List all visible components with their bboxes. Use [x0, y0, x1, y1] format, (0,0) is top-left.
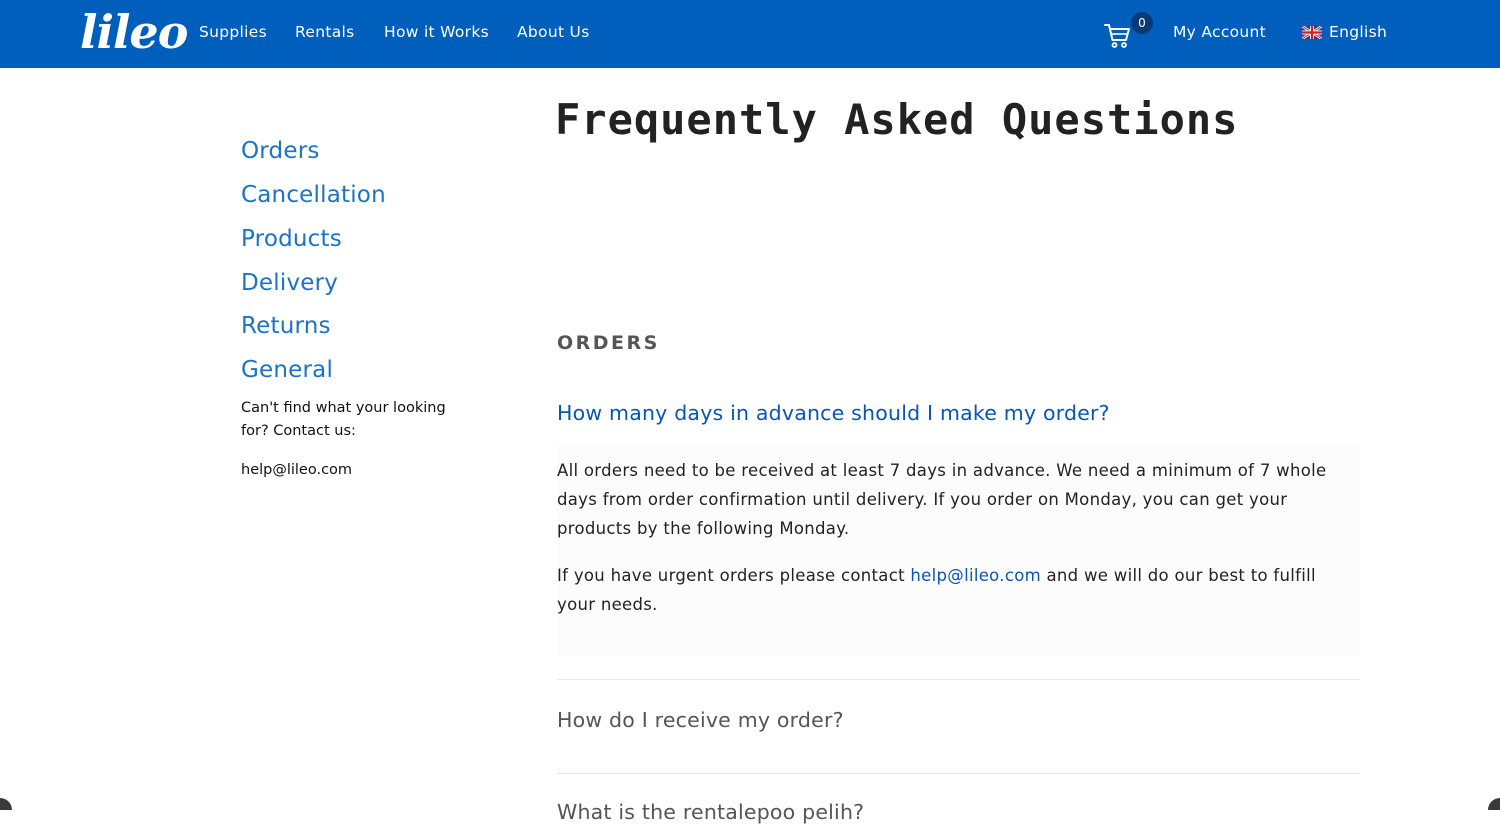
sidebar-link-cancellation[interactable]: Cancellation — [241, 180, 386, 210]
top-navigation-bar: lileo Supplies Rentals How it Works Abou… — [0, 0, 1500, 68]
answer-email-link[interactable]: help@lileo.com — [910, 566, 1041, 585]
faq-divider — [557, 773, 1360, 774]
answer-text-before: If you have urgent orders please contact — [557, 566, 911, 585]
lileo-logo[interactable]: lileo — [80, 4, 188, 60]
contact-email[interactable]: help@lileo.com — [241, 460, 352, 480]
sidebar-link-orders[interactable]: Orders — [241, 136, 320, 166]
sidebar-link-returns[interactable]: Returns — [241, 311, 331, 341]
section-heading-orders: ORDERS — [557, 332, 660, 354]
cart-count-badge: 0 — [1131, 12, 1153, 34]
faq-question-rental-period[interactable]: What is the rentalepoo pelih? — [557, 798, 864, 826]
language-selector[interactable]: English — [1329, 22, 1387, 42]
window-frame-corner — [1488, 798, 1500, 810]
uk-flag-icon — [1302, 26, 1322, 39]
nav-rentals[interactable]: Rentals — [295, 22, 355, 42]
window-frame-corner — [0, 798, 12, 810]
faq-question-advance-order[interactable]: How many days in advance should I make m… — [557, 399, 1110, 427]
faq-question-receive-order[interactable]: How do I receive my order? — [557, 706, 844, 734]
nav-supplies[interactable]: Supplies — [199, 22, 267, 42]
shopping-cart-icon — [1104, 24, 1130, 48]
nav-how-it-works[interactable]: How it Works — [384, 22, 489, 42]
contact-prompt: Can't find what your looking for? Contac… — [241, 400, 446, 439]
sidebar-link-products[interactable]: Products — [241, 224, 342, 254]
faq-answer-paragraph-2: If you have urgent orders please contact… — [557, 561, 1327, 619]
cart-button[interactable]: 0 — [1104, 12, 1154, 52]
sidebar-link-general[interactable]: General — [241, 355, 333, 385]
page-title: Frequently Asked Questions — [555, 95, 1239, 144]
faq-divider — [557, 679, 1360, 680]
nav-about-us[interactable]: About Us — [517, 22, 590, 42]
faq-answer-paragraph-1: All orders need to be received at least … — [557, 461, 1327, 538]
sidebar-link-delivery[interactable]: Delivery — [241, 268, 338, 298]
my-account-link[interactable]: My Account — [1173, 22, 1266, 42]
